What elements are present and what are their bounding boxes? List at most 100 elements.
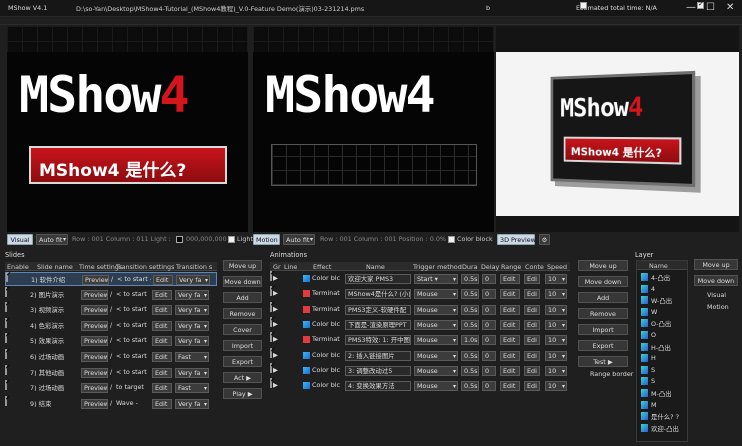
animation-row[interactable]: ▶Color blc2: 插入链接图片Mouse0.5s0EditEdi10 bbox=[270, 349, 570, 363]
animation-row[interactable]: ▶TerminatPMS3特效: 1: 开中图Mouse1.0s0EditEdi… bbox=[270, 333, 570, 347]
col-range[interactable]: Range bbox=[501, 263, 521, 271]
preview-button[interactable]: Preview bbox=[81, 305, 108, 315]
layer-move-down-button[interactable]: Move down bbox=[694, 275, 738, 286]
layer-item[interactable]: 4 bbox=[641, 284, 687, 294]
animation-name[interactable]: 3: 调整改动过5 bbox=[345, 366, 411, 376]
animations-remove-button[interactable]: Remove bbox=[578, 308, 628, 319]
delay-value[interactable]: 0 bbox=[482, 320, 496, 330]
duration-value[interactable]: 0.5s bbox=[461, 366, 479, 376]
animation-row[interactable]: ▶Color blc4: 变换效果方法Mouse0.5s0EditEdi10 bbox=[270, 379, 570, 393]
transition-type[interactable]: < to start bbox=[116, 352, 150, 360]
col-name[interactable]: Name bbox=[366, 263, 385, 271]
duration-value[interactable]: 0.5s bbox=[461, 274, 479, 284]
range-edit-button[interactable]: Edit bbox=[500, 305, 520, 315]
range-edit-button[interactable]: Edit bbox=[500, 320, 520, 330]
close-icon[interactable]: ✕ bbox=[726, 2, 734, 13]
animation-enable-checkbox[interactable] bbox=[270, 348, 272, 358]
transition-type[interactable]: to target bbox=[116, 383, 150, 391]
transition-speed-select[interactable]: Very fa bbox=[175, 336, 209, 346]
visual-tab[interactable]: Visual bbox=[7, 234, 33, 245]
duration-value[interactable]: 0.5s bbox=[461, 320, 479, 330]
layer-item[interactable]: O bbox=[641, 330, 687, 340]
animation-name[interactable]: PMS3特效: 1: 开中图 bbox=[345, 335, 411, 345]
slide-enable-checkbox[interactable] bbox=[5, 287, 7, 297]
transition-edit-button[interactable]: Edit bbox=[152, 399, 172, 409]
animations-add-button[interactable]: Add bbox=[578, 292, 628, 303]
animation-enable-checkbox[interactable] bbox=[270, 332, 272, 342]
range-edit-button[interactable]: Edit bbox=[500, 366, 520, 376]
col-duration[interactable]: Dura bbox=[462, 263, 478, 271]
slide-enable-checkbox[interactable] bbox=[5, 302, 7, 312]
gear-icon[interactable]: ⚙ bbox=[539, 234, 550, 245]
slide-row[interactable]: 6) 过场动画 Preview/< to startEditFast bbox=[5, 350, 217, 364]
layer-item[interactable]: 4-凸出 bbox=[641, 272, 687, 282]
animation-name[interactable]: 2: 插入链接图片 bbox=[345, 351, 411, 361]
transition-speed-select[interactable]: Fast bbox=[175, 352, 209, 362]
slide-row[interactable]: 7) 其他动画 Preview/< to startEditVery fa bbox=[5, 366, 217, 380]
range-edit-button[interactable]: Edit bbox=[500, 274, 520, 284]
slide-enable-checkbox[interactable] bbox=[5, 396, 7, 406]
content-edit-button[interactable]: Edi bbox=[524, 351, 540, 361]
delay-value[interactable]: 0 bbox=[482, 274, 496, 284]
trigger-select[interactable]: Mouse bbox=[414, 381, 458, 391]
preview-button[interactable]: Preview bbox=[81, 352, 108, 362]
col-layer-name[interactable]: Name bbox=[649, 262, 668, 270]
slides-move-down-button[interactable]: Move down bbox=[223, 276, 262, 287]
trigger-select[interactable]: Mouse bbox=[414, 366, 458, 376]
slide-row[interactable]: 4) 色彩演示 Preview/< to startEditVery fa bbox=[5, 319, 217, 333]
transition-edit-button[interactable]: Edit bbox=[152, 290, 172, 300]
speed-select[interactable]: 10 bbox=[545, 320, 567, 330]
transition-speed-select[interactable]: Very fa bbox=[175, 290, 209, 300]
animation-enable-checkbox[interactable] bbox=[270, 271, 272, 281]
animation-name[interactable]: PMS3定义-软硬件配 bbox=[345, 305, 411, 315]
transition-type[interactable]: < to start - bbox=[117, 275, 151, 283]
slides-act-button[interactable]: Act ▶ bbox=[223, 372, 262, 383]
slide-enable-checkbox[interactable] bbox=[5, 380, 7, 390]
transition-speed-select[interactable]: Fast bbox=[175, 383, 209, 393]
transition-type[interactable]: < to start bbox=[116, 290, 150, 298]
delay-value[interactable]: 0 bbox=[482, 366, 496, 376]
autofit-select[interactable]: Auto fit bbox=[36, 234, 68, 245]
motion-tab[interactable]: Motion bbox=[253, 234, 280, 245]
animation-enable-checkbox[interactable] bbox=[270, 363, 272, 373]
animations-import-button[interactable]: Import bbox=[578, 324, 628, 335]
light-color-swatch[interactable] bbox=[176, 236, 183, 243]
transition-type[interactable]: < to start bbox=[116, 305, 150, 313]
speed-select[interactable]: 10 bbox=[545, 381, 567, 391]
animation-enable-checkbox[interactable] bbox=[270, 378, 272, 388]
transition-speed-select[interactable]: Very fa bbox=[175, 399, 209, 409]
layer-item[interactable]: W bbox=[641, 307, 687, 317]
slide-row[interactable]: 1) 软件介绍 Preview/< to start -EditVery fa bbox=[5, 272, 217, 286]
layer-motion-checkbox[interactable] bbox=[697, 2, 704, 9]
col-trigger-method[interactable]: Trigger method bbox=[413, 263, 462, 271]
content-edit-button[interactable]: Edi bbox=[524, 366, 540, 376]
slides-move-up-button[interactable]: Move up bbox=[223, 260, 262, 271]
transition-edit-button[interactable]: Edit bbox=[152, 321, 172, 331]
animations-move-up-button[interactable]: Move up bbox=[578, 260, 628, 271]
transition-edit-button[interactable]: Edit bbox=[152, 383, 172, 393]
animation-row[interactable]: ▶Color blc下面是-渲染原理PPTMouse0.5s0EditEdi10 bbox=[270, 318, 570, 332]
preview-button[interactable]: Preview bbox=[81, 336, 108, 346]
trigger-select[interactable]: Start ▾ bbox=[414, 274, 458, 284]
col-transition-speed[interactable]: Transition s bbox=[176, 263, 212, 271]
delay-value[interactable]: 0 bbox=[482, 289, 496, 299]
preview-button[interactable]: Preview bbox=[81, 368, 108, 378]
range-edit-button[interactable]: Edit bbox=[500, 335, 520, 345]
transition-speed-select[interactable]: Very fa bbox=[176, 275, 210, 285]
transition-type[interactable]: < to start bbox=[116, 321, 150, 329]
preview-button[interactable]: Preview bbox=[82, 275, 109, 285]
range-border-checkbox[interactable] bbox=[580, 2, 587, 9]
preview-button[interactable]: Preview bbox=[81, 399, 108, 409]
slide-row[interactable]: 7) 过场动画Preview/to targetEditFast bbox=[5, 381, 217, 395]
trigger-select[interactable]: Mouse bbox=[414, 335, 458, 345]
layer-item[interactable]: 是什么? ? bbox=[641, 411, 687, 421]
animation-enable-checkbox[interactable] bbox=[270, 317, 272, 327]
slide-row[interactable]: 5) 效果演示 Preview/< to startEditVery fa bbox=[5, 334, 217, 348]
transition-speed-select[interactable]: Very fa bbox=[175, 321, 209, 331]
layer-item[interactable]: O-凸出 bbox=[641, 318, 687, 328]
col-effect[interactable]: Effect bbox=[313, 263, 331, 271]
layer-item[interactable]: M bbox=[641, 400, 687, 410]
speed-select[interactable]: 10 bbox=[545, 335, 567, 345]
col-delay[interactable]: Delay bbox=[481, 263, 499, 271]
color-block-checkbox[interactable] bbox=[448, 236, 455, 243]
